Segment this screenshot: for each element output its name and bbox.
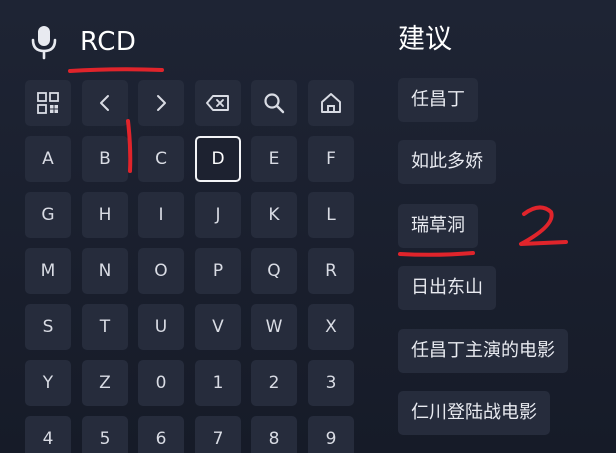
annotation-mark-2 — [519, 205, 568, 246]
annotation-overlay — [68, 67, 568, 257]
annotation-underline-query — [68, 67, 164, 73]
annotation-underline-suggestion — [398, 251, 475, 257]
annotation-mark-1 — [126, 119, 133, 173]
